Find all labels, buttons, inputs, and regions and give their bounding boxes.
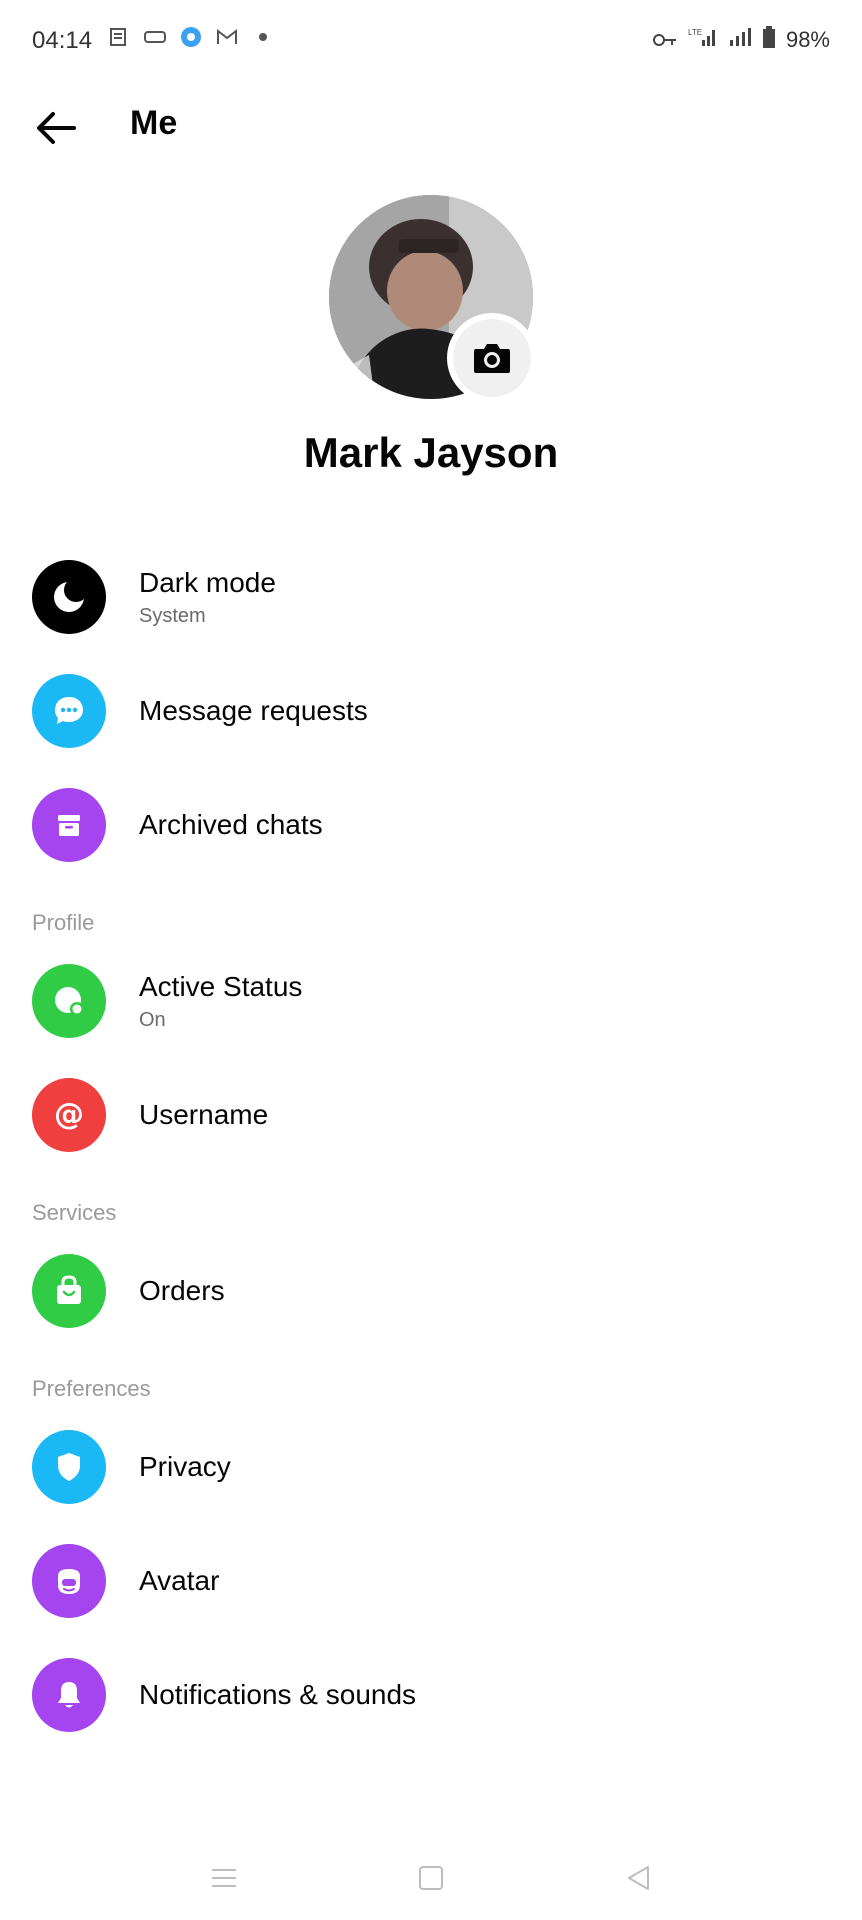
change-photo-button[interactable] — [447, 313, 537, 403]
avatar-container — [329, 195, 537, 403]
active-status-label: Active Status — [139, 970, 303, 1002]
avatar-row[interactable]: Avatar — [0, 1524, 862, 1638]
arrow-left-icon — [37, 112, 76, 144]
vpn-key-icon — [652, 27, 678, 53]
archived-chats-label: Archived chats — [139, 809, 323, 840]
section-preferences-label: Preferences — [32, 1376, 151, 1401]
status-time: 04:14 — [32, 27, 93, 54]
message-requests-label: Message requests — [139, 695, 368, 726]
active-status-value: On — [139, 1008, 166, 1031]
section-services: Services — [0, 1172, 862, 1234]
privacy-row[interactable]: Privacy — [0, 1410, 862, 1524]
message-requests-row[interactable]: Message requests — [0, 654, 862, 768]
section-preferences: Preferences — [0, 1348, 862, 1410]
orders-label: Orders — [139, 1275, 225, 1306]
signal-icon — [728, 26, 752, 54]
camera-icon — [474, 344, 510, 373]
back-button[interactable] — [28, 100, 84, 156]
section-services-label: Services — [32, 1200, 117, 1225]
svg-text:LTE: LTE — [688, 28, 702, 37]
settings-list: Dark mode System Message requests Archiv… — [0, 540, 862, 1752]
username-row[interactable]: @ Username — [0, 1058, 862, 1172]
page-title: Me — [130, 104, 178, 142]
username-label: Username — [139, 1099, 269, 1130]
bell-icon — [32, 1658, 106, 1732]
vr-icon — [144, 26, 166, 48]
dark-mode-label: Dark mode — [139, 566, 276, 598]
dark-mode-value: System — [139, 604, 206, 627]
notifications-row[interactable]: Notifications & sounds — [0, 1638, 862, 1752]
notifications-label: Notifications & sounds — [139, 1679, 417, 1710]
notification-icons — [108, 26, 274, 48]
news-icon — [108, 26, 130, 48]
orders-row[interactable]: Orders — [0, 1234, 862, 1348]
status-right: LTE 98% — [652, 26, 830, 54]
home-square-icon[interactable] — [411, 1858, 451, 1898]
profile-name: Mark Jayson — [303, 429, 559, 476]
active-status-row[interactable]: Active Status On — [0, 944, 862, 1058]
active-status-icon — [32, 964, 106, 1038]
menu-icon[interactable] — [204, 1858, 244, 1898]
app-icon — [180, 26, 202, 48]
moon-icon — [32, 560, 106, 634]
lte-signal-icon: LTE — [688, 26, 718, 54]
app-header: Me — [0, 80, 862, 170]
chat-bubble-icon — [32, 674, 106, 748]
avatar-label: Avatar — [139, 1565, 220, 1596]
gmail-icon — [216, 26, 238, 48]
shopping-bag-icon — [32, 1254, 106, 1328]
dark-mode-row[interactable]: Dark mode System — [0, 540, 862, 654]
avatar-face-icon — [32, 1544, 106, 1618]
svg-text:@: @ — [54, 1097, 84, 1132]
battery-percent: 98% — [785, 27, 830, 52]
archive-box-icon — [32, 788, 106, 862]
archived-chats-row[interactable]: Archived chats — [0, 768, 862, 882]
back-triangle-icon[interactable] — [618, 1858, 658, 1898]
battery-icon — [762, 26, 776, 54]
shield-icon — [32, 1430, 106, 1504]
dot-icon — [252, 26, 274, 48]
profile-section: Mark Jayson — [0, 195, 862, 477]
section-profile-label: Profile — [32, 910, 95, 935]
section-profile: Profile — [0, 882, 862, 944]
system-nav-bar — [0, 1836, 862, 1920]
privacy-label: Privacy — [139, 1451, 231, 1482]
at-sign-icon: @ — [32, 1078, 106, 1152]
status-bar: 04:14 LTE 98% — [0, 0, 862, 80]
